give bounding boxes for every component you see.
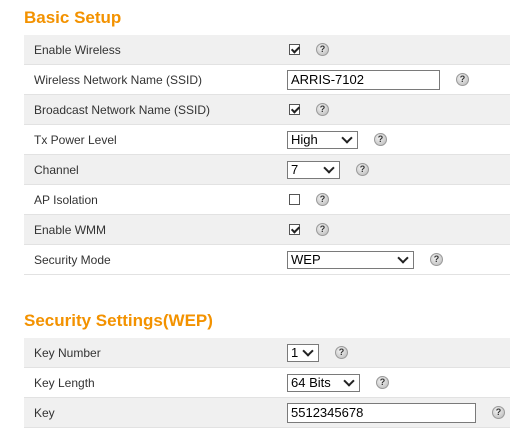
chevron-down-icon <box>323 161 335 174</box>
basic-setup-title: Basic Setup <box>24 8 122 27</box>
ap-isolation-checkbox[interactable] <box>289 194 300 205</box>
key-length-select[interactable]: 64 Bits <box>287 373 360 392</box>
help-icon[interactable]: ? <box>492 406 505 419</box>
row-tx-power: Tx Power Level High ? <box>24 125 510 155</box>
key-number-label: Key Number <box>34 346 101 360</box>
chevron-down-icon <box>397 251 409 264</box>
help-icon[interactable]: ? <box>374 133 387 146</box>
row-key: Key 5512345678 ? <box>24 398 510 428</box>
help-icon[interactable]: ? <box>430 253 443 266</box>
key-length-label: Key Length <box>34 376 95 390</box>
help-icon[interactable]: ? <box>316 193 329 206</box>
row-enable-wmm: Enable WMM ? <box>24 215 510 245</box>
help-icon[interactable]: ? <box>316 103 329 116</box>
enable-wireless-label: Enable Wireless <box>34 43 121 57</box>
security-mode-value: WEP <box>291 252 321 267</box>
security-mode-select[interactable]: WEP <box>287 250 414 269</box>
row-key-length: Key Length 64 Bits ? <box>24 368 510 398</box>
help-icon[interactable]: ? <box>316 223 329 236</box>
row-ap-isolation: AP Isolation ? <box>24 185 510 215</box>
key-number-select[interactable]: 1 <box>287 343 319 362</box>
row-ssid: Wireless Network Name (SSID) ARRIS-7102 … <box>24 65 510 95</box>
key-length-value: 64 Bits <box>291 375 331 390</box>
enable-wireless-checkbox[interactable] <box>289 44 300 55</box>
security-settings-title: Security Settings(WEP) <box>24 311 213 330</box>
channel-value: 7 <box>291 162 299 177</box>
help-icon[interactable]: ? <box>316 43 329 56</box>
channel-select[interactable]: 7 <box>287 160 340 179</box>
channel-label: Channel <box>34 163 79 177</box>
row-enable-wireless: Enable Wireless ? <box>24 35 510 65</box>
tx-power-value: High <box>291 132 318 147</box>
key-input[interactable]: 5512345678 <box>287 402 476 423</box>
enable-wmm-label: Enable WMM <box>34 223 107 237</box>
chevron-down-icon <box>343 374 355 387</box>
tx-power-select[interactable]: High <box>287 130 358 149</box>
row-security-mode: Security Mode WEP ? <box>24 245 510 275</box>
enable-wmm-checkbox[interactable] <box>289 224 300 235</box>
chevron-down-icon <box>302 344 314 357</box>
row-channel: Channel 7 ? <box>24 155 510 185</box>
ssid-label: Wireless Network Name (SSID) <box>34 73 203 87</box>
row-key-number: Key Number 1 ? <box>24 338 510 368</box>
help-icon[interactable]: ? <box>376 376 389 389</box>
help-icon[interactable]: ? <box>335 346 348 359</box>
basic-setup-table: Enable Wireless ? Wireless Network Name … <box>24 35 510 275</box>
ap-isolation-label: AP Isolation <box>34 193 98 207</box>
ssid-input[interactable]: ARRIS-7102 <box>287 69 440 90</box>
tx-power-label: Tx Power Level <box>34 133 117 147</box>
help-icon[interactable]: ? <box>356 163 369 176</box>
key-number-value: 1 <box>291 345 299 360</box>
key-label: Key <box>34 406 55 420</box>
broadcast-ssid-checkbox[interactable] <box>289 104 300 115</box>
help-icon[interactable]: ? <box>456 73 469 86</box>
chevron-down-icon <box>341 131 353 144</box>
broadcast-ssid-label: Broadcast Network Name (SSID) <box>34 103 211 117</box>
security-settings-table: Key Number 1 ? Key Length 64 Bits ? Key … <box>24 338 510 428</box>
row-broadcast-ssid: Broadcast Network Name (SSID) ? <box>24 95 510 125</box>
security-mode-label: Security Mode <box>34 253 111 267</box>
